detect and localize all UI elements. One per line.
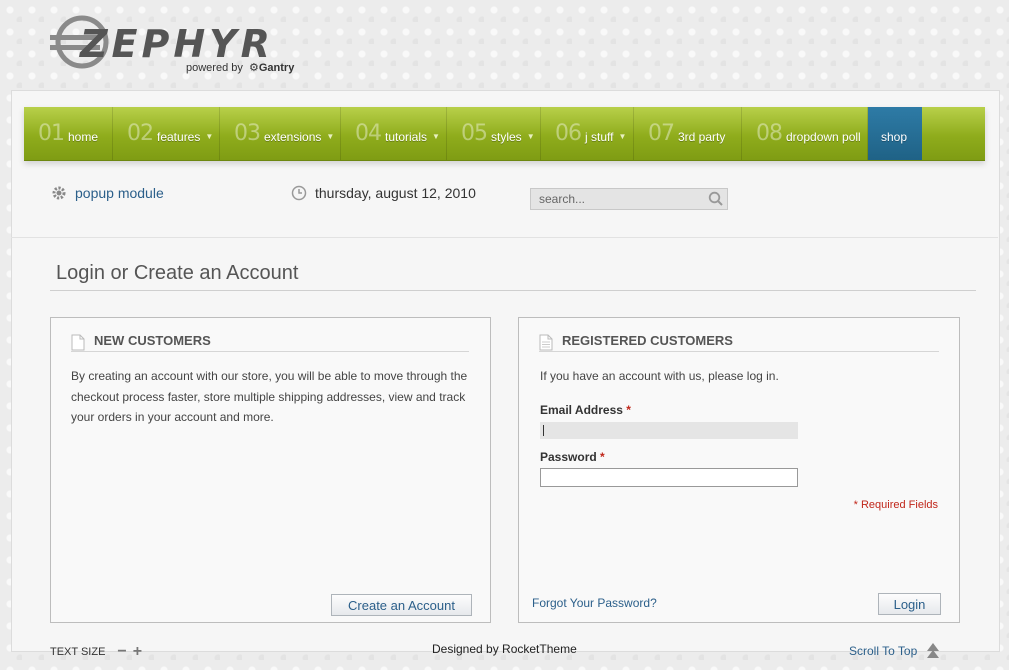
password-label: Password *	[540, 450, 605, 464]
main-menu: 01 home 02 features ▼ 03 extensions ▼ 04…	[24, 107, 985, 161]
email-field[interactable]	[540, 422, 798, 439]
email-label: Email Address *	[540, 403, 631, 417]
menu-label: extensions	[264, 129, 322, 144]
title-divider	[50, 290, 976, 291]
menu-item-home[interactable]: 01 home	[24, 107, 113, 160]
required-fields-note: * Required Fields	[853, 499, 938, 511]
clock-icon	[291, 185, 307, 201]
menu-item-styles[interactable]: 05 styles ▼	[447, 107, 541, 160]
scroll-to-top-link[interactable]: Scroll To Top	[849, 642, 940, 660]
search-input[interactable]: search...	[530, 188, 728, 210]
password-field[interactable]	[540, 468, 798, 487]
new-customers-heading: NEW CUSTOMERS	[71, 330, 211, 351]
powered-by: powered by ⚙Gantry	[186, 62, 295, 74]
menu-item-dropdown-poll[interactable]: 08 dropdown poll	[742, 107, 868, 160]
menu-label: features	[157, 129, 201, 144]
popup-module-label: popup module	[75, 185, 164, 201]
menu-number: 04	[355, 121, 382, 146]
dropdown-caret-icon: ▼	[526, 132, 535, 141]
search-icon[interactable]	[708, 191, 724, 207]
text-size-control: TEXT SIZE − +	[50, 643, 142, 661]
new-customers-description: By creating an account with our store, y…	[71, 369, 468, 424]
forgot-password-link[interactable]: Forgot Your Password?	[532, 596, 657, 610]
heading-text: REGISTERED CUSTOMERS	[562, 333, 733, 348]
menu-label: 3rd party	[678, 129, 726, 144]
menu-label: styles	[491, 129, 522, 144]
registered-customers-heading: REGISTERED CUSTOMERS	[539, 330, 733, 351]
menu-item-tutorials[interactable]: 04 tutorials ▼	[341, 107, 447, 160]
menu-label: j stuff	[585, 129, 614, 144]
create-account-button[interactable]: Create an Account	[331, 594, 472, 616]
document-lines-icon	[539, 334, 553, 351]
registered-customers-box: REGISTERED CUSTOMERS If you have an acco…	[518, 317, 960, 623]
registered-intro: If you have an account with us, please l…	[540, 369, 779, 383]
dropdown-caret-icon: ▼	[432, 132, 440, 141]
designed-by[interactable]: Designed by RocketTheme	[432, 642, 577, 656]
popup-module-link[interactable]: popup module	[51, 185, 164, 201]
scroll-to-top-label: Scroll To Top	[849, 644, 918, 658]
menu-label: tutorials	[385, 129, 428, 144]
menu-item-extensions[interactable]: 03 extensions ▼	[220, 107, 341, 160]
dropdown-caret-icon: ▼	[205, 132, 214, 141]
dropdown-caret-icon: ▼	[326, 132, 335, 141]
menu-number: 01	[38, 121, 65, 146]
date-text: thursday, august 12, 2010	[315, 185, 476, 201]
menu-label: dropdown poll	[786, 129, 861, 144]
heading-underline	[71, 351, 469, 352]
menu-item-j-stuff[interactable]: 06 j stuff ▼	[541, 107, 634, 160]
menu-number: 05	[461, 121, 488, 146]
gear-icon	[52, 186, 66, 200]
menu-item-features[interactable]: 02 features ▼	[113, 107, 220, 160]
menu-number: 07	[648, 121, 675, 146]
menu-number: 06	[555, 121, 582, 146]
page-title: Login or Create an Account	[56, 262, 299, 284]
text-size-label: TEXT SIZE	[50, 646, 106, 658]
login-button[interactable]: Login	[878, 593, 941, 615]
menu-number: 03	[234, 121, 261, 146]
heading-text: NEW CUSTOMERS	[94, 333, 211, 348]
heading-underline	[539, 351, 939, 352]
text-size-increase-icon[interactable]: +	[133, 643, 142, 661]
text-size-decrease-icon[interactable]: −	[117, 643, 126, 661]
subbar-divider	[11, 237, 998, 238]
menu-item-3rd-party[interactable]: 07 3rd party	[634, 107, 742, 160]
document-icon	[71, 334, 85, 351]
menu-number: 08	[756, 121, 783, 146]
menu-label: home	[68, 129, 99, 144]
dropdown-caret-icon: ▼	[618, 132, 627, 141]
gantry-gear-icon: ⚙	[245, 62, 259, 74]
menu-label: shop	[881, 129, 908, 144]
search-placeholder: search...	[539, 192, 586, 206]
logo-wordmark: ZEPHYR	[80, 22, 274, 66]
text-cursor	[543, 425, 544, 436]
zephyr-logo[interactable]: ZEPHYR powered by ⚙Gantry	[50, 14, 320, 76]
arrow-up-icon	[927, 643, 940, 658]
new-customers-box: NEW CUSTOMERS By creating an account wit…	[50, 317, 491, 623]
menu-number: 02	[127, 121, 154, 146]
date-display: thursday, august 12, 2010	[291, 185, 476, 201]
menu-item-shop[interactable]: shop	[868, 107, 922, 160]
